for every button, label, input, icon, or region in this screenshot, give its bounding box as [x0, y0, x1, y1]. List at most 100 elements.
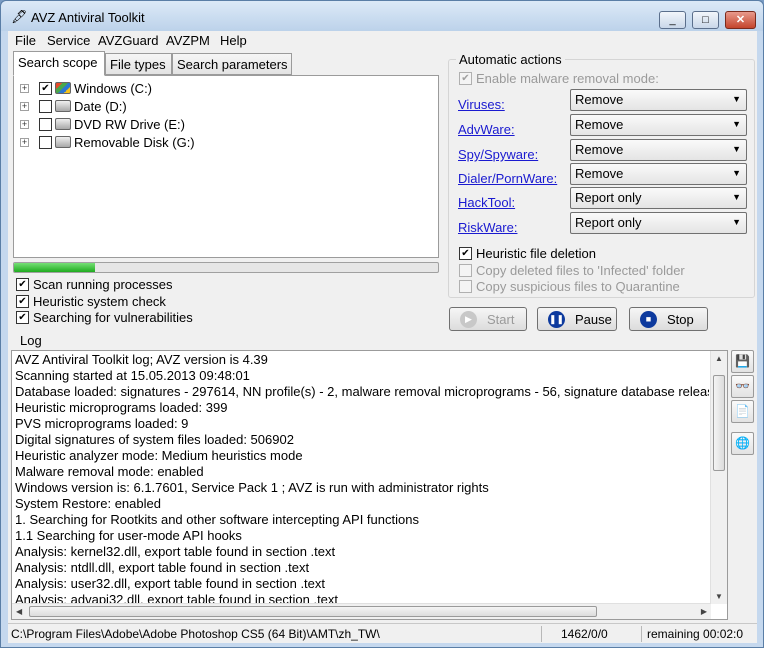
log-line: Windows version is: 6.1.7601, Service Pa… [15, 480, 489, 495]
select-spyware-action[interactable]: Remove ▼ [570, 139, 747, 161]
button-label: Stop [667, 312, 694, 327]
link-riskware[interactable]: RiskWare: [458, 220, 517, 235]
log-line: Malware removal mode: enabled [15, 464, 204, 479]
drive-checkbox[interactable] [39, 82, 52, 95]
minimize-button[interactable]: _ [659, 11, 686, 29]
clear-log-button[interactable]: 📄 [731, 400, 754, 423]
new-document-icon: 📄 [735, 404, 750, 418]
drive-tree: + Windows (C:) + Date (D:) + DVD RW Driv… [13, 75, 439, 258]
menu-help[interactable]: Help [220, 33, 247, 48]
status-remaining: remaining 00:02:0 [647, 627, 744, 641]
checkbox[interactable] [16, 278, 29, 291]
drive-checkbox[interactable] [39, 136, 52, 149]
stop-button[interactable]: ■ Stop [629, 307, 708, 331]
log-line: Heuristic analyzer mode: Medium heuristi… [15, 448, 303, 463]
checkbox[interactable] [459, 280, 472, 293]
status-separator [541, 626, 542, 642]
option-label: Heuristic system check [33, 294, 166, 309]
hard-drive-icon [55, 100, 71, 112]
windows-drive-icon [55, 82, 71, 94]
tab-search-parameters[interactable]: Search parameters [172, 53, 292, 75]
link-advware[interactable]: AdvWare: [458, 122, 515, 137]
title-bar[interactable]: 🖋 AVZ Antiviral Toolkit _ □ ✕ [1, 1, 763, 31]
select-value: Report only [575, 215, 642, 230]
close-button[interactable]: ✕ [725, 11, 756, 29]
option-label: Enable malware removal mode: [476, 71, 659, 86]
log-panel[interactable]: AVZ Antiviral Toolkit log; AVZ version i… [11, 350, 728, 620]
log-line: Database loaded: signatures - 297614, NN… [15, 384, 709, 399]
dropdown-arrow-icon: ▼ [732, 144, 741, 154]
start-button[interactable]: ▶ Start [449, 307, 527, 331]
log-line: Analysis: user32.dll, export table found… [15, 576, 326, 591]
automatic-actions-title: Automatic actions [456, 52, 565, 67]
tab-file-types[interactable]: File types [105, 53, 172, 75]
select-riskware-action[interactable]: Report only ▼ [570, 212, 747, 234]
log-line: Heuristic microprograms loaded: 399 [15, 400, 228, 415]
checkbox[interactable] [16, 311, 29, 324]
link-dialer[interactable]: Dialer/PornWare: [458, 171, 557, 186]
vertical-scroll-thumb[interactable] [713, 375, 725, 471]
save-log-button[interactable]: 💾 [731, 350, 754, 373]
checkbox[interactable] [459, 247, 472, 260]
menu-file[interactable]: File [15, 33, 36, 48]
horizontal-scroll-thumb[interactable] [29, 606, 597, 617]
log-vertical-scrollbar[interactable]: ▲ ▼ [710, 351, 727, 604]
checkbox[interactable] [459, 264, 472, 277]
select-viruses-action[interactable]: Remove ▼ [570, 89, 747, 111]
save-icon: 💾 [735, 354, 750, 368]
tab-search-scope[interactable]: Search scope [13, 51, 105, 76]
scroll-right-icon[interactable]: ▶ [701, 607, 707, 616]
dropdown-arrow-icon: ▼ [732, 119, 741, 129]
stop-icon: ■ [640, 311, 657, 328]
dropdown-arrow-icon: ▼ [732, 168, 741, 178]
log-line: 1. Searching for Rootkits and other soft… [15, 512, 419, 527]
scan-progress-fill [14, 263, 95, 272]
expand-icon[interactable]: + [20, 138, 29, 147]
log-horizontal-scrollbar[interactable]: ◀ ▶ [12, 603, 711, 619]
menu-bar: File Service AVZGuard AVZPM Help [8, 31, 757, 50]
view-log-button[interactable]: 👓 [731, 375, 754, 398]
option-label: Copy deleted files to 'Infected' folder [476, 263, 685, 278]
expand-icon[interactable]: + [20, 102, 29, 111]
select-dialer-action[interactable]: Remove ▼ [570, 163, 747, 185]
checkbox[interactable] [16, 295, 29, 308]
link-hacktool[interactable]: HackTool: [458, 195, 515, 210]
menu-avzguard[interactable]: AVZGuard [98, 33, 158, 48]
expand-icon[interactable]: + [20, 84, 29, 93]
dvd-drive-icon [55, 118, 71, 130]
scan-progress-bar [13, 262, 439, 273]
log-line: 1.1 Searching for user-mode API hooks [15, 528, 242, 543]
option-label: Copy suspicious files to Quarantine [476, 279, 680, 294]
select-advware-action[interactable]: Remove ▼ [570, 114, 747, 136]
expand-icon[interactable]: + [20, 120, 29, 129]
scroll-down-icon[interactable]: ▼ [715, 592, 723, 601]
menu-avzpm[interactable]: AVZPM [166, 33, 210, 48]
pause-button[interactable]: ❚❚ Pause [537, 307, 617, 331]
drive-checkbox[interactable] [39, 100, 52, 113]
checkbox[interactable] [459, 72, 472, 85]
pause-icon: ❚❚ [548, 311, 565, 328]
dropdown-arrow-icon: ▼ [732, 217, 741, 227]
drive-checkbox[interactable] [39, 118, 52, 131]
select-value: Remove [575, 166, 624, 181]
status-separator [641, 626, 642, 642]
dropdown-arrow-icon: ▼ [732, 94, 741, 104]
log-line: Analysis: kernel32.dll, export table fou… [15, 544, 336, 559]
glasses-icon: 👓 [735, 379, 750, 393]
status-bar: C:\Program Files\Adobe\Adobe Photoshop C… [8, 623, 757, 643]
select-hacktool-action[interactable]: Report only ▼ [570, 187, 747, 209]
scroll-up-icon[interactable]: ▲ [715, 354, 723, 363]
select-value: Report only [575, 190, 642, 205]
status-path: C:\Program Files\Adobe\Adobe Photoshop C… [11, 627, 380, 641]
log-line: Analysis: ntdll.dll, export table found … [15, 560, 310, 575]
maximize-button[interactable]: □ [692, 11, 719, 29]
main-window: 🖋 AVZ Antiviral Toolkit _ □ ✕ File Servi… [0, 0, 764, 648]
log-lines: AVZ Antiviral Toolkit log; AVZ version i… [15, 352, 709, 605]
button-label: Pause [575, 312, 612, 327]
scroll-left-icon[interactable]: ◀ [16, 607, 22, 616]
menu-service[interactable]: Service [47, 33, 90, 48]
avz-app-icon: 🖋 [11, 9, 28, 24]
web-button[interactable]: 🌐 [731, 432, 754, 455]
link-spyware[interactable]: Spy/Spyware: [458, 147, 538, 162]
link-viruses[interactable]: Viruses: [458, 97, 505, 112]
